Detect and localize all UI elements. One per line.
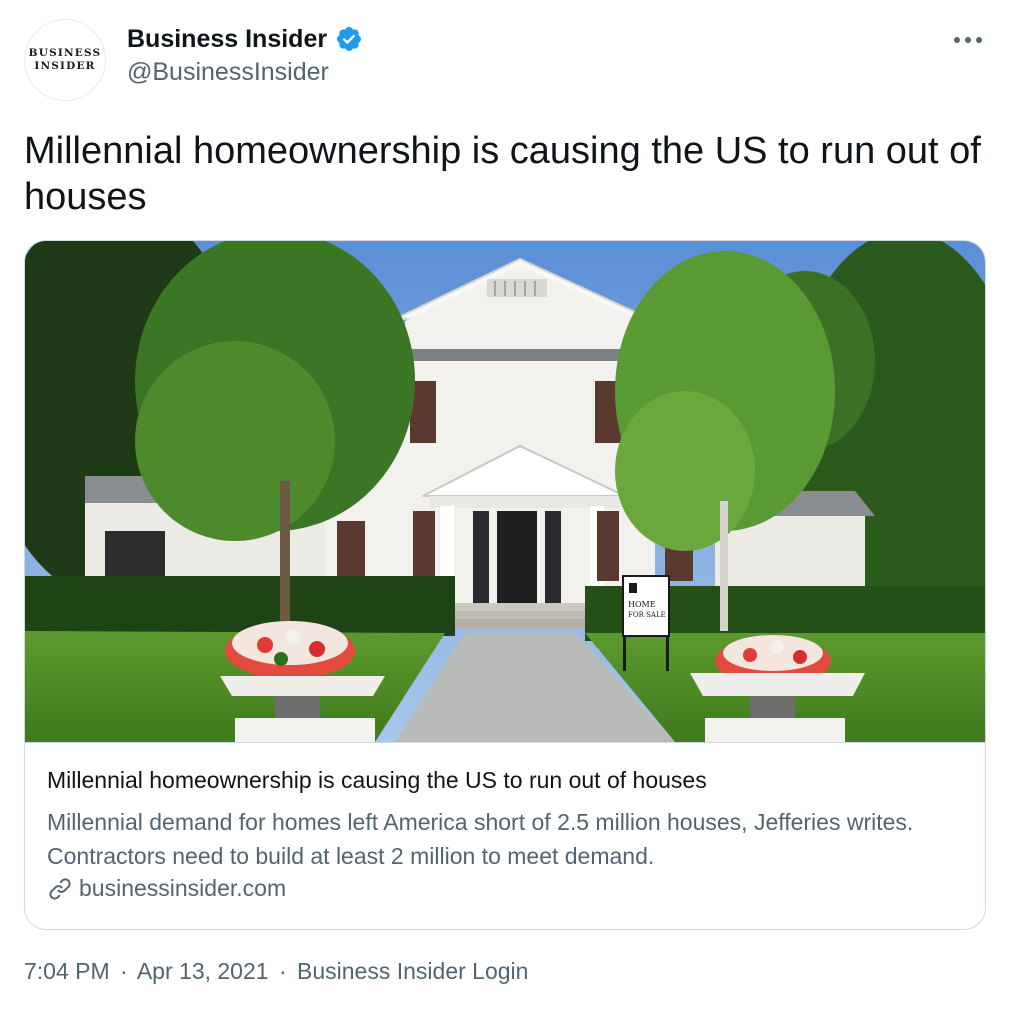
more-horizontal-icon [954, 37, 982, 43]
link-preview-card[interactable]: HOME FOR SALE Millennial homeownership i… [24, 240, 986, 930]
tweet: BUSINESS INSIDER Business Insider @Busin… [0, 0, 1012, 1014]
card-image: HOME FOR SALE [25, 241, 985, 743]
meta-separator: · [278, 958, 287, 984]
card-title: Millennial homeownership is causing the … [47, 767, 707, 793]
verified-badge-icon [335, 25, 363, 53]
meta-separator: · [120, 958, 128, 984]
card-domain-link[interactable]: businessinsider.com [47, 875, 286, 902]
tweet-text: Millennial homeownership is causing the … [24, 130, 981, 218]
sign-home-text: HOME [628, 600, 656, 609]
author-avatar[interactable]: BUSINESS INSIDER [24, 19, 106, 101]
author-name-row: Business Insider [127, 22, 363, 56]
author-handle[interactable]: @BusinessInsider [127, 58, 329, 87]
author-display-name[interactable]: Business Insider [127, 25, 327, 54]
card-description: Millennial demand for homes left America… [47, 809, 914, 869]
tweet-source[interactable]: Business Insider Login [297, 958, 528, 984]
card-domain: businessinsider.com [79, 875, 287, 901]
more-options-button[interactable] [950, 26, 986, 54]
tweet-date[interactable]: Apr 13, 2021 [137, 958, 269, 984]
link-icon [49, 877, 71, 900]
sign-for-sale-text: FOR SALE [628, 611, 666, 619]
avatar-logo-text: BUSINESS INSIDER [28, 47, 102, 72]
tweet-metadata: 7:04 PM · Apr 13, 2021 · Business Inside… [24, 958, 528, 985]
tweet-time[interactable]: 7:04 PM [24, 958, 110, 984]
